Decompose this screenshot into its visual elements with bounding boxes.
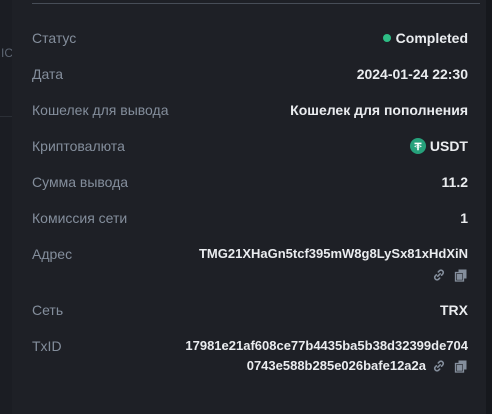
copy-icon[interactable]: [454, 359, 468, 373]
address-label: Адрес: [32, 246, 73, 262]
status-label: Статус: [32, 30, 77, 46]
status-dot-icon: [382, 34, 391, 42]
network-value: TRX: [440, 302, 468, 318]
withdrawal-details-panel: Статус Completed Дата 2024-01-24 22:30 К…: [12, 0, 486, 414]
crypto-text: USDT: [429, 138, 468, 154]
crypto-label: Криптовалюта: [32, 138, 125, 154]
txid-line-1: 17981e21af608ce77b4435ba5b38d32399de704: [185, 338, 468, 353]
amount-value: 11.2: [441, 174, 468, 190]
tether-icon: [409, 138, 426, 154]
left-panel-edge: IC: [0, 0, 13, 414]
top-divider: [32, 3, 480, 4]
left-divider: [0, 116, 12, 117]
date-label: Дата: [32, 66, 64, 82]
fee-value: 1: [460, 210, 468, 226]
address-row: Адрес TMG21XHaGn5tcf395mW8g8LySx81xHdXiN: [32, 246, 468, 286]
txid-actions: [432, 359, 468, 373]
txid-row: TxID 17981e21af608ce77b4435ba5b38d32399d…: [32, 338, 468, 378]
status-value: Completed: [382, 30, 468, 46]
link-icon[interactable]: [432, 359, 446, 373]
address-actions: [432, 268, 468, 282]
copy-icon[interactable]: [454, 268, 468, 282]
right-panel-edge: [486, 0, 492, 414]
txid-value: 17981e21af608ce77b4435ba5b38d32399de704 …: [185, 336, 468, 376]
amount-label: Сумма вывода: [32, 174, 129, 190]
crypto-value: USDT: [409, 138, 468, 154]
link-icon[interactable]: [432, 268, 446, 282]
status-text: Completed: [395, 30, 468, 46]
txid-line-2: 0743e588b285e026bafe12a2a: [246, 358, 426, 373]
txid-label: TxID: [32, 338, 62, 354]
date-value: 2024-01-24 22:30: [356, 66, 468, 82]
address-value: TMG21XHaGn5tcf395mW8g8LySx81xHdXiN: [198, 246, 468, 261]
wallet-label: Кошелек для вывода: [32, 102, 169, 118]
wallet-value: Кошелек для пополнения: [290, 102, 468, 118]
network-label: Сеть: [32, 302, 64, 318]
fee-label: Комиссия сети: [32, 210, 128, 226]
